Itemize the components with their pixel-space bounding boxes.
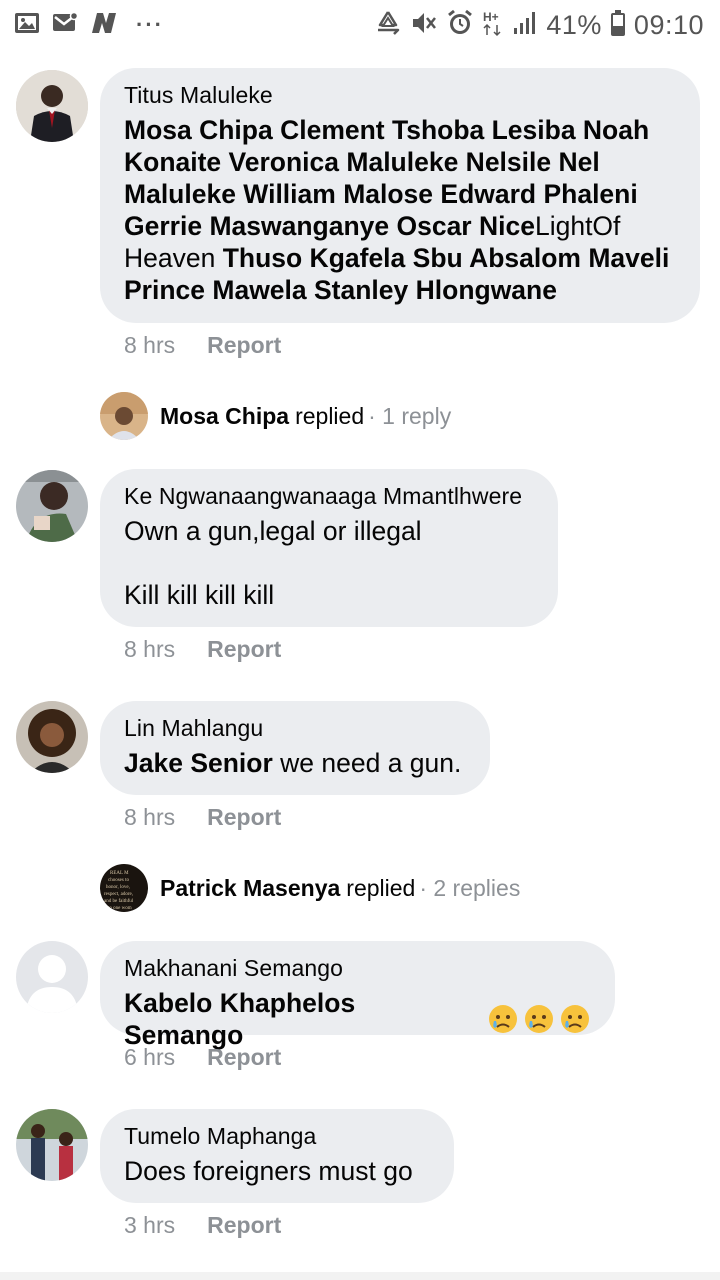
reply-count[interactable]: · 1 reply xyxy=(368,403,451,430)
svg-text:chooses to: chooses to xyxy=(108,878,129,883)
signal-icon xyxy=(512,10,538,41)
comment-time[interactable]: 3 hrs xyxy=(124,1212,175,1239)
report-button[interactable]: Report xyxy=(207,636,281,663)
comment-author[interactable]: Makhanani Semango xyxy=(124,953,591,983)
comment-text-line: Kill kill kill kill xyxy=(124,580,275,610)
reply-avatar xyxy=(100,392,148,440)
sad-tear-emoji-icon xyxy=(487,1003,591,1035)
svg-text:honor, love,: honor, love, xyxy=(106,885,130,890)
clock: 09:10 xyxy=(633,9,704,40)
reply-verb: replied xyxy=(346,874,416,901)
default-avatar-icon[interactable] xyxy=(16,941,88,1013)
next-comment-edge xyxy=(0,1272,720,1280)
status-bar: ··· H+ 41% 09:10 xyxy=(0,0,720,50)
comment-author[interactable]: Lin Mahlangu xyxy=(124,713,466,743)
replies-link[interactable]: REAL M chooses to honor, love, respect, ado… xyxy=(100,864,520,912)
comment-author[interactable]: Titus Maluleke xyxy=(124,80,676,110)
replies-link[interactable]: Mosa Chipa replied · 1 reply xyxy=(100,392,451,440)
comment-author[interactable]: Ke Ngwanaangwanaaga Mmantlhwere xyxy=(124,481,534,511)
comment-bubble[interactable]: Lin Mahlangu Jake Senior we need a gun. xyxy=(100,701,490,795)
plain-text: we need a gun. xyxy=(272,748,462,778)
reply-avatar: REAL M chooses to honor, love, respect, ado… xyxy=(100,864,148,912)
comment-meta: 8 hrs Report xyxy=(124,636,281,663)
comment-meta: 8 hrs Report xyxy=(124,804,281,831)
avatar[interactable] xyxy=(16,1109,88,1181)
comment-bubble[interactable]: Tumelo Maphanga Does foreigners must go xyxy=(100,1109,454,1203)
svg-text:to one wom: to one wom xyxy=(108,906,132,911)
more-dots-icon: ··· xyxy=(136,12,164,37)
comment-text: Jake Senior we need a gun. xyxy=(124,747,466,779)
comment-bubble[interactable]: Makhanani Semango Kabelo Khaphelos Seman… xyxy=(100,941,615,1050)
svg-text:REAL M: REAL M xyxy=(110,871,129,876)
report-button[interactable]: Report xyxy=(207,804,281,831)
mention[interactable]: Kabelo Khaphelos Semango xyxy=(124,987,477,1051)
n-app-icon xyxy=(90,11,118,40)
reply-author[interactable]: Mosa Chipa xyxy=(160,403,289,430)
comment-bubble[interactable]: Ke Ngwanaangwanaaga Mmantlhwere Own a gu… xyxy=(100,469,558,627)
comment-text-line: Own a gun,legal or illegal xyxy=(124,516,422,546)
svg-text:and be faithful: and be faithful xyxy=(104,899,134,904)
comment-text: Mosa Chipa Clement Tshoba Lesiba Noah Ko… xyxy=(124,114,676,306)
report-button[interactable]: Report xyxy=(207,332,281,359)
comment-time[interactable]: 6 hrs xyxy=(124,1044,175,1071)
reply-verb: replied xyxy=(295,402,365,429)
comment-text: Does foreigners must go xyxy=(124,1156,413,1186)
svg-text:H+: H+ xyxy=(483,10,499,24)
mute-icon xyxy=(410,10,438,41)
svg-text:respect, adore,: respect, adore, xyxy=(104,892,133,897)
gallery-icon xyxy=(14,12,40,39)
reply-author[interactable]: Patrick Masenya xyxy=(160,875,340,902)
avatar[interactable] xyxy=(16,470,88,542)
hplus-data-icon: H+ xyxy=(482,9,504,42)
comment-meta: 8 hrs Report xyxy=(124,332,281,359)
report-button[interactable]: Report xyxy=(207,1212,281,1239)
comment-author[interactable]: Tumelo Maphanga xyxy=(124,1121,430,1151)
comment-time[interactable]: 8 hrs xyxy=(124,636,175,663)
comment-text: Kabelo Khaphelos Semango xyxy=(124,987,591,1051)
mail-icon xyxy=(52,11,79,39)
report-button[interactable]: Report xyxy=(207,1044,281,1071)
mention[interactable]: Jake Senior xyxy=(124,748,273,778)
battery-icon xyxy=(610,9,626,42)
comment-meta: 6 hrs Report xyxy=(124,1044,281,1071)
recycle-icon xyxy=(374,10,402,41)
avatar[interactable] xyxy=(16,701,88,773)
reply-count[interactable]: · 2 replies xyxy=(419,875,520,902)
comment-time[interactable]: 8 hrs xyxy=(124,332,175,359)
comment-bubble[interactable]: Titus Maluleke Mosa Chipa Clement Tshoba… xyxy=(100,68,700,323)
avatar[interactable] xyxy=(16,70,88,142)
comment-time[interactable]: 8 hrs xyxy=(124,804,175,831)
battery-percent: 41% xyxy=(546,9,602,40)
alarm-icon xyxy=(446,9,474,42)
comment-meta: 3 hrs Report xyxy=(124,1212,281,1239)
